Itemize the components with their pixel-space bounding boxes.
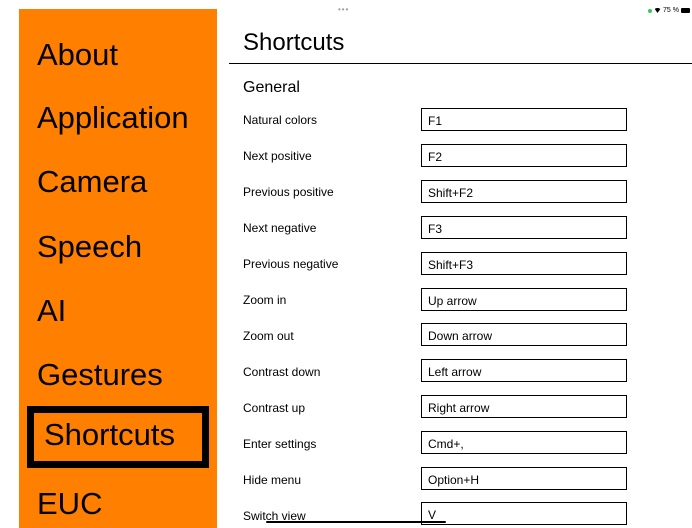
shortcut-key-field[interactable]: Up arrow bbox=[421, 288, 627, 311]
sidebar-item-camera[interactable]: Camera bbox=[37, 164, 147, 200]
shortcut-key-field[interactable]: F1 bbox=[421, 108, 627, 131]
shortcut-label: Previous negative bbox=[243, 257, 339, 271]
shortcut-key-field[interactable]: Down arrow bbox=[421, 323, 627, 346]
sidebar-item-ai[interactable]: AI bbox=[37, 293, 66, 329]
shortcut-key-field[interactable]: Cmd+, bbox=[421, 431, 627, 454]
shortcut-label: Natural colors bbox=[243, 113, 318, 127]
shortcut-key-field[interactable]: Shift+F2 bbox=[421, 180, 627, 203]
privacy-indicator-icon bbox=[648, 8, 653, 13]
shortcut-label: Contrast up bbox=[243, 401, 306, 415]
settings-sidebar: About Application Camera Speech AI Gestu… bbox=[19, 9, 217, 528]
sidebar-item-speech[interactable]: Speech bbox=[37, 229, 142, 265]
shortcut-label: Previous positive bbox=[243, 185, 334, 199]
status-right: 75 % bbox=[648, 7, 690, 14]
multitasking-dots[interactable]: ••• bbox=[338, 5, 349, 14]
shortcut-key-field[interactable]: F2 bbox=[421, 144, 627, 167]
shortcut-label: Hide menu bbox=[243, 473, 302, 487]
shortcut-label: Next negative bbox=[243, 221, 317, 235]
shortcut-key-field[interactable]: Right arrow bbox=[421, 395, 627, 418]
shortcut-label: Zoom out bbox=[243, 329, 294, 343]
title-divider bbox=[229, 63, 692, 64]
shortcut-key-field[interactable]: V bbox=[421, 502, 627, 525]
battery-percent: 75 % bbox=[663, 7, 679, 14]
shortcut-label: Contrast down bbox=[243, 365, 321, 379]
shortcut-key-field[interactable]: Left arrow bbox=[421, 359, 627, 382]
page-title: Shortcuts bbox=[243, 29, 345, 56]
sidebar-item-about[interactable]: About bbox=[37, 37, 118, 73]
sidebar-item-euc[interactable]: EUC bbox=[37, 486, 102, 522]
shortcut-label: Zoom in bbox=[243, 293, 287, 307]
home-indicator[interactable] bbox=[266, 521, 446, 523]
sidebar-item-gestures[interactable]: Gestures bbox=[37, 357, 163, 393]
section-title-general: General bbox=[243, 79, 300, 96]
shortcut-key-field[interactable]: Shift+F3 bbox=[421, 252, 627, 275]
shortcut-label: Enter settings bbox=[243, 437, 317, 451]
wifi-icon bbox=[654, 8, 662, 13]
sidebar-item-shortcuts[interactable]: Shortcuts bbox=[27, 406, 209, 468]
shortcut-key-field[interactable]: F3 bbox=[421, 216, 627, 239]
shortcut-key-field[interactable]: Option+H bbox=[421, 467, 627, 490]
battery-icon bbox=[681, 8, 690, 13]
sidebar-item-application[interactable]: Application bbox=[37, 100, 189, 136]
shortcut-label: Next positive bbox=[243, 149, 312, 163]
